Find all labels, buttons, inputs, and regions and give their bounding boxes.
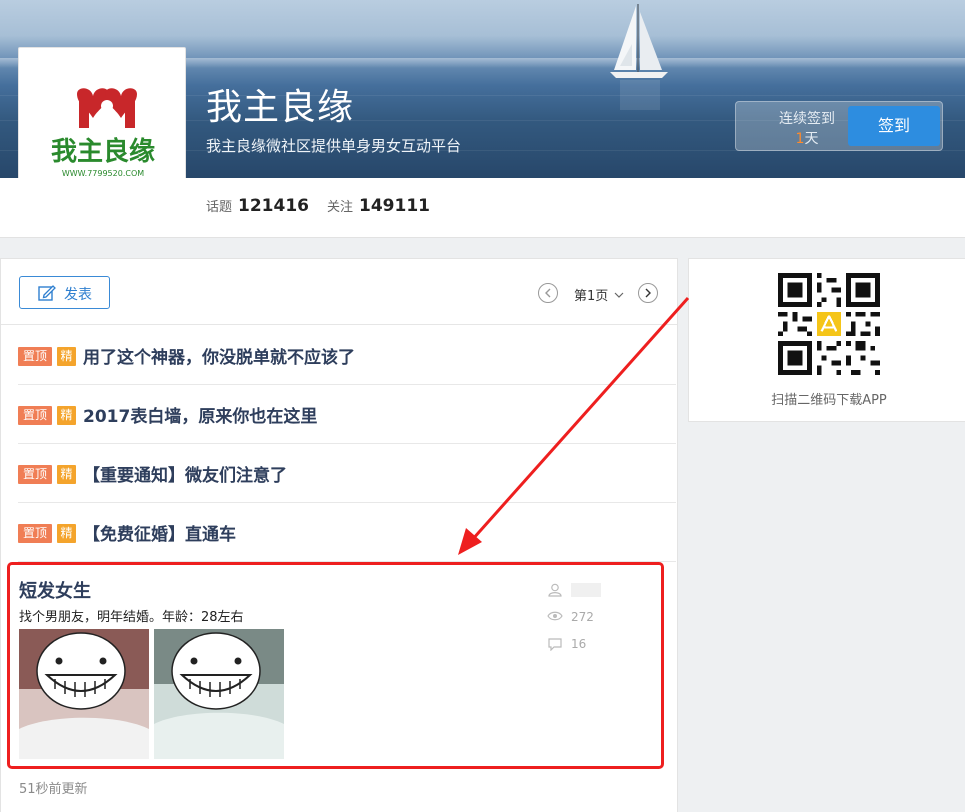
logo-brand-text: 我主良缘: [51, 136, 155, 167]
pinned-badge: 置顶: [18, 347, 52, 366]
prev-page-button[interactable]: [538, 283, 558, 303]
views-count: 272: [571, 610, 594, 624]
author-name-redacted: [571, 583, 601, 597]
post-title-link[interactable]: 【免费征婚】直通车: [83, 520, 236, 545]
signin-streak: 连续签到 1天: [762, 109, 852, 149]
user-icon: [548, 583, 562, 597]
chevron-down-icon: [614, 292, 624, 298]
post-title-link[interactable]: 【重要通知】微友们注意了: [83, 461, 287, 486]
pinned-badge: 置顶: [18, 406, 52, 425]
post-title-link[interactable]: 用了这个神器，你没脱单就不应该了: [83, 343, 355, 368]
list-toolbar: 发表 第1页: [1, 259, 677, 325]
pinned-post-row[interactable]: 置顶 精 【免费征婚】直通车: [18, 503, 676, 562]
qr-caption: 扫描二维码下载APP: [771, 393, 887, 408]
qr-code-image[interactable]: [778, 273, 880, 375]
page-selector[interactable]: 第1页: [574, 285, 624, 304]
signin-panel: 连续签到 1天 签到: [735, 101, 943, 151]
signin-button[interactable]: 签到: [848, 106, 940, 146]
stats-bar: 话题 121416 关注 149111: [0, 178, 965, 238]
signin-streak-unit: 天: [804, 131, 819, 147]
post-photo-thumbnail[interactable]: [154, 629, 284, 759]
stat-follows-label: 关注: [327, 200, 354, 215]
pinned-post-row[interactable]: 置顶 精 用了这个神器，你没脱单就不应该了: [18, 326, 676, 385]
next-page-button[interactable]: [638, 283, 658, 303]
last-updated: 51秒前更新: [19, 782, 88, 797]
stat-topics-value: 121416: [238, 196, 309, 216]
post-photo-thumbnail[interactable]: [19, 629, 149, 759]
eye-icon: [547, 611, 563, 621]
photo-image: [19, 629, 149, 759]
featured-post-description: 找个男朋友，明年结婚。年龄：28左右: [19, 610, 244, 625]
pinned-post-row[interactable]: 置顶 精 2017表白墙，原来你也在这里: [18, 385, 676, 444]
pinned-badge: 置顶: [18, 524, 52, 543]
comments-count: 16: [571, 637, 587, 651]
community-title: 我主良缘: [206, 87, 355, 128]
pinned-post-row[interactable]: 置顶 精 【重要通知】微友们注意了: [18, 444, 676, 503]
featured-post-title[interactable]: 短发女生: [19, 577, 91, 603]
comment-icon: [548, 638, 562, 651]
featured-badge: 精: [57, 347, 76, 366]
chevron-right-icon: [645, 288, 651, 298]
post-title-link[interactable]: 2017表白墙，原来你也在这里: [83, 402, 317, 427]
stat-topics-label: 话题: [206, 200, 233, 215]
stat-follows-value: 149111: [359, 196, 430, 216]
new-post-label: 发表: [64, 287, 92, 303]
featured-badge: 精: [57, 406, 76, 425]
stat-follows: 关注 149111: [327, 196, 430, 216]
sailboat-image: [610, 4, 668, 110]
stat-topics: 话题 121416: [206, 196, 309, 216]
logo-url-text: WWW.7799520.COM: [62, 169, 144, 178]
page-selector-label: 第1页: [574, 289, 609, 304]
pinned-badge: 置顶: [18, 465, 52, 484]
chevron-left-icon: [545, 288, 551, 298]
edit-icon: [38, 285, 56, 301]
new-post-button[interactable]: 发表: [19, 276, 110, 309]
featured-badge: 精: [57, 524, 76, 543]
photo-image: [154, 629, 284, 759]
featured-badge: 精: [57, 465, 76, 484]
community-subtitle: 我主良缘微社区提供单身男女互动平台: [206, 137, 462, 155]
signin-streak-label: 连续签到: [779, 111, 835, 127]
app-download-panel: 扫描二维码下载APP: [688, 258, 965, 422]
